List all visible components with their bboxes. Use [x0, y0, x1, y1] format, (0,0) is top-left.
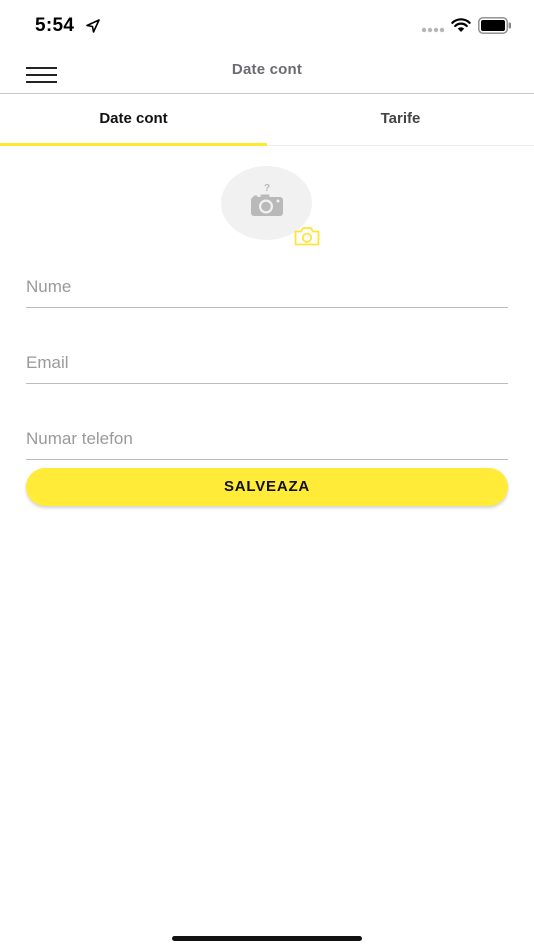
tab-indicator	[0, 143, 267, 146]
tab-tarife[interactable]: Tarife	[267, 94, 534, 145]
phone-field	[26, 419, 508, 460]
location-arrow-icon	[86, 19, 100, 33]
save-button[interactable]: SALVEAZA	[26, 468, 508, 506]
page-title: Date cont	[231, 61, 303, 78]
camera-icon[interactable]	[293, 225, 321, 247]
name-field	[26, 267, 508, 308]
svg-text:?: ?	[264, 183, 270, 194]
home-indicator[interactable]	[172, 936, 362, 941]
status-time: 5:54	[35, 15, 75, 36]
email-field	[26, 343, 508, 384]
status-bar: 5:54	[0, 0, 534, 50]
battery-icon	[478, 17, 511, 34]
camera-question-icon: ?	[251, 183, 283, 216]
email-input[interactable]	[26, 343, 508, 383]
wifi-icon	[451, 18, 471, 32]
signal-icon	[421, 27, 445, 33]
nav-bar: Date cont	[0, 50, 534, 94]
name-input[interactable]	[26, 267, 508, 307]
tab-bar: Date cont Tarife	[0, 94, 534, 146]
tab-date-cont[interactable]: Date cont	[0, 94, 267, 145]
phone-input[interactable]	[26, 419, 508, 459]
